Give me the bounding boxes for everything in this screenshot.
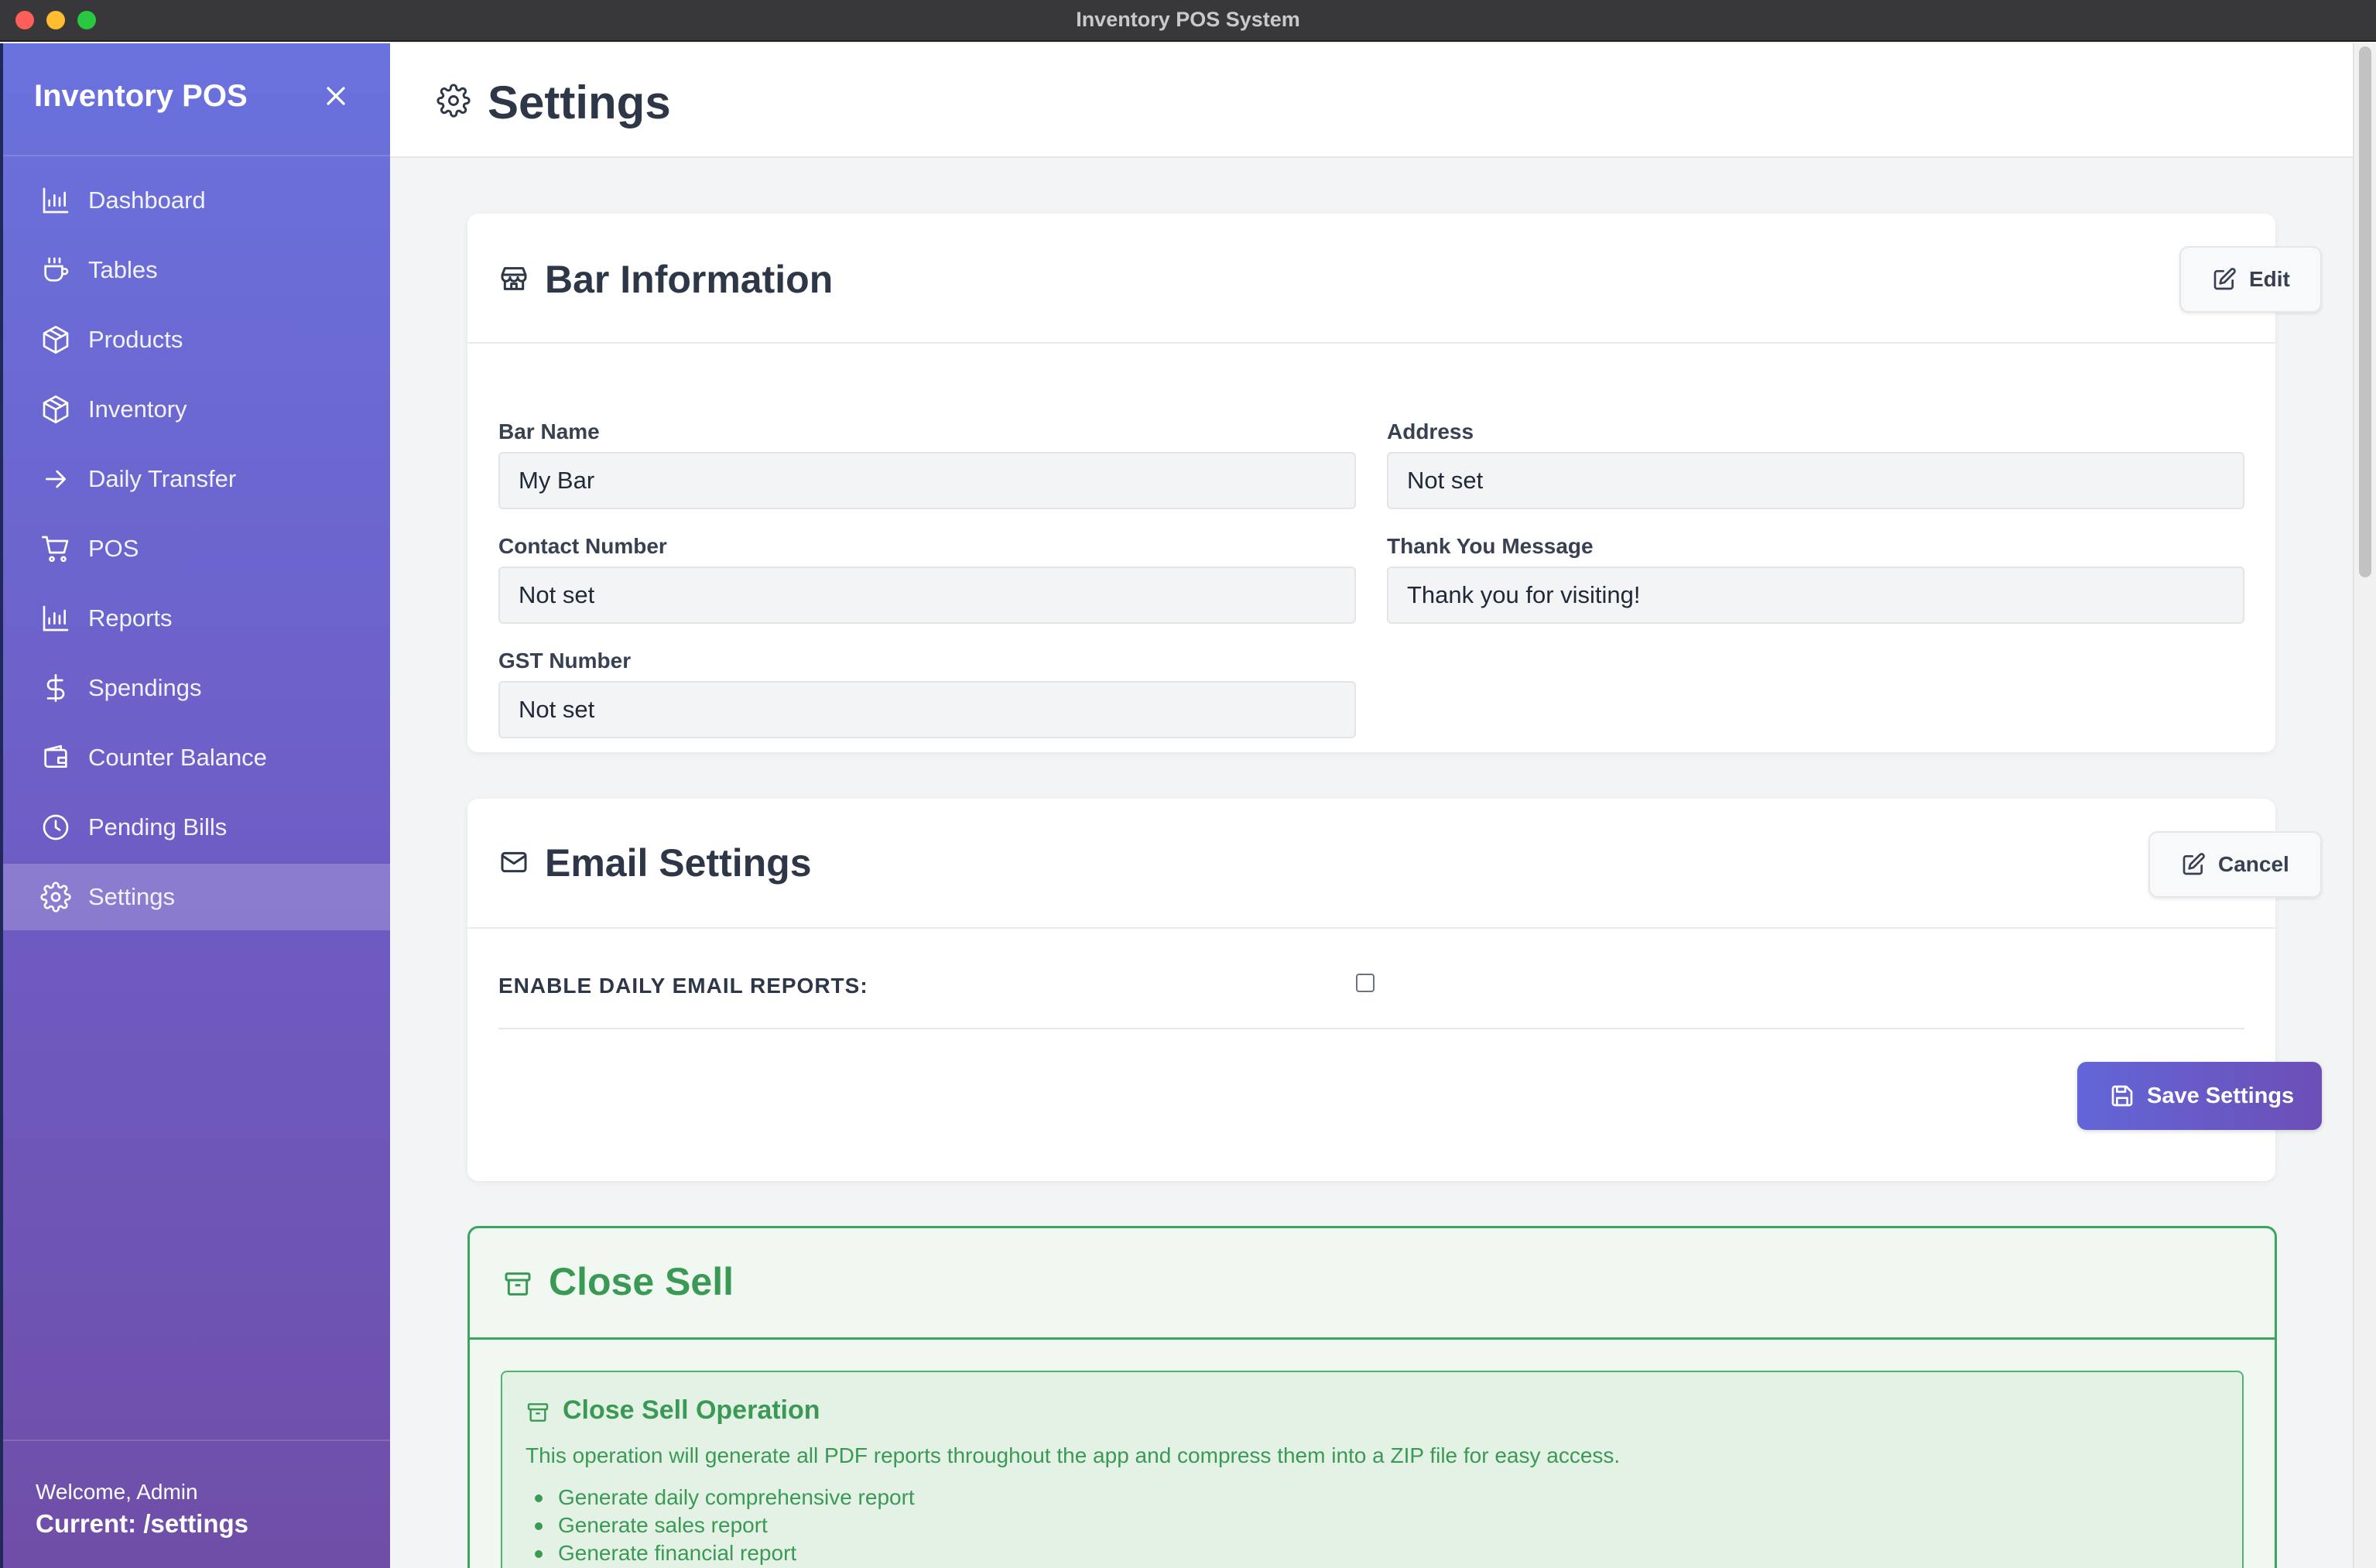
coffee-cup-icon bbox=[44, 257, 69, 282]
sidebar-item-pending-bills[interactable]: Pending Bills bbox=[3, 794, 390, 861]
enable-email-reports-label: ENABLE DAILY EMAIL REPORTS: bbox=[498, 974, 868, 998]
save-icon bbox=[2111, 1085, 2133, 1107]
window-title: Inventory POS System bbox=[1076, 8, 1300, 31]
current-route: Current: /settings bbox=[36, 1509, 249, 1538]
thank-you-message-field[interactable]: Thank you for visiting! bbox=[1387, 567, 2244, 624]
clock-icon bbox=[43, 814, 69, 840]
cancel-button-label: Cancel bbox=[2218, 852, 2289, 876]
divider bbox=[498, 1028, 2244, 1029]
save-settings-button[interactable]: Save Settings bbox=[2077, 1062, 2322, 1130]
sidebar-item-label: Inventory bbox=[88, 395, 187, 423]
edit-icon bbox=[2183, 853, 2205, 875]
sidebar-item-label: Settings bbox=[88, 883, 176, 910]
address-field[interactable]: Not set bbox=[1387, 452, 2244, 509]
sidebar-item-label: POS bbox=[88, 535, 139, 562]
sidebar-item-label: Dashboard bbox=[88, 187, 206, 214]
close-sell-operation-title: Close Sell Operation bbox=[563, 1395, 820, 1425]
close-sell-steps: Generate daily comprehensive report Gene… bbox=[535, 1485, 915, 1568]
app-window: Inventory POS System Inventory POS Dashb… bbox=[0, 0, 2376, 1568]
scrollbar-thumb[interactable] bbox=[2359, 46, 2371, 577]
bar-chart-icon bbox=[43, 187, 69, 214]
close-sidebar-icon[interactable] bbox=[320, 80, 351, 111]
bar-chart-icon bbox=[43, 605, 69, 632]
sidebar-item-products[interactable]: Products bbox=[3, 306, 390, 373]
email-settings-card: Email Settings Cancel ENABLE DAILY EMAIL… bbox=[467, 799, 2322, 1181]
close-sell-title: Close Sell bbox=[549, 1260, 734, 1303]
sidebar-item-counter-balance[interactable]: Counter Balance bbox=[3, 724, 390, 791]
contact-number-field[interactable]: Not set bbox=[498, 567, 1356, 624]
sidebar-item-settings[interactable]: Settings bbox=[3, 864, 390, 930]
archive-icon bbox=[505, 1272, 531, 1296]
archive-icon bbox=[527, 1403, 549, 1422]
sidebar-item-label: Products bbox=[88, 326, 183, 353]
contact-number-label: Contact Number bbox=[498, 534, 667, 558]
sidebar-footer: Welcome, Admin Current: /settings bbox=[3, 1440, 390, 1568]
sidebar-item-daily-transfer[interactable]: Daily Transfer bbox=[3, 446, 390, 512]
sidebar-item-label: Pending Bills bbox=[88, 813, 228, 840]
sidebar-item-label: Tables bbox=[88, 256, 158, 283]
list-item: Generate financial report bbox=[535, 1541, 915, 1568]
sidebar-item-pos[interactable]: POS bbox=[3, 515, 390, 582]
sidebar: Inventory POS Dashboard Tables Products … bbox=[0, 43, 390, 1568]
bar-name-label: Bar Name bbox=[498, 419, 600, 443]
wallet-icon bbox=[44, 745, 67, 768]
address-label: Address bbox=[1387, 419, 1474, 443]
sidebar-item-spendings[interactable]: Spendings bbox=[3, 655, 390, 721]
edit-button-label: Edit bbox=[2249, 267, 2290, 291]
sidebar-header: Inventory POS bbox=[3, 43, 390, 156]
list-item: Generate sales report bbox=[535, 1513, 915, 1541]
close-sell-description: This operation will generate all PDF rep… bbox=[526, 1443, 1621, 1467]
gst-number-field[interactable]: Not set bbox=[498, 681, 1356, 738]
card-title: Email Settings bbox=[545, 841, 812, 885]
bar-information-card: Bar Information Edit Bar Name My Bar Add… bbox=[467, 214, 2322, 752]
close-sell-card: Close Sell Close Sell Operation This ope… bbox=[467, 1226, 2277, 1568]
welcome-text: Welcome, Admin bbox=[36, 1480, 198, 1504]
mail-icon bbox=[501, 851, 527, 873]
card-title: Bar Information bbox=[545, 258, 834, 301]
title-bar: Inventory POS System bbox=[0, 0, 2376, 42]
save-settings-label: Save Settings bbox=[2147, 1083, 2295, 1108]
edit-icon bbox=[2213, 268, 2236, 290]
sidebar-item-inventory[interactable]: Inventory bbox=[3, 376, 390, 443]
sidebar-item-reports[interactable]: Reports bbox=[3, 585, 390, 652]
gst-number-label: GST Number bbox=[498, 649, 632, 673]
close-sell-operation-box: Close Sell Operation This operation will… bbox=[501, 1371, 2244, 1568]
bar-name-field[interactable]: My Bar bbox=[498, 452, 1356, 509]
card-header: Bar Information Edit bbox=[467, 214, 2322, 344]
store-icon bbox=[501, 267, 527, 290]
edit-button[interactable]: Edit bbox=[2179, 246, 2322, 313]
package-icon bbox=[43, 395, 69, 423]
main-content: Settings Bar Information Edit Bar Name M… bbox=[390, 43, 2353, 1568]
gear-icon bbox=[437, 84, 471, 118]
sidebar-item-label: Spendings bbox=[88, 674, 202, 701]
shopping-cart-icon bbox=[42, 536, 69, 563]
thank-you-message-label: Thank You Message bbox=[1387, 534, 1594, 558]
enable-email-reports-checkbox[interactable] bbox=[1356, 974, 1375, 992]
app-name: Inventory POS bbox=[34, 79, 248, 113]
gear-icon bbox=[40, 882, 71, 912]
package-icon bbox=[43, 326, 69, 354]
vertical-scrollbar[interactable] bbox=[2353, 43, 2376, 1568]
arrow-right-icon bbox=[46, 470, 66, 488]
card-header: Email Settings Cancel bbox=[467, 799, 2322, 929]
page-title: Settings bbox=[488, 77, 671, 128]
page-header: Settings bbox=[390, 43, 2353, 158]
sidebar-item-label: Counter Balance bbox=[88, 744, 267, 771]
list-item: Generate daily comprehensive report bbox=[535, 1485, 915, 1513]
sidebar-item-label: Daily Transfer bbox=[88, 465, 237, 492]
dollar-icon bbox=[46, 674, 65, 702]
close-sell-header: Close Sell bbox=[470, 1228, 2275, 1340]
sidebar-item-dashboard[interactable]: Dashboard bbox=[3, 167, 390, 234]
cancel-button[interactable]: Cancel bbox=[2148, 831, 2322, 898]
sidebar-item-label: Reports bbox=[88, 604, 173, 632]
sidebar-item-tables[interactable]: Tables bbox=[3, 237, 390, 303]
